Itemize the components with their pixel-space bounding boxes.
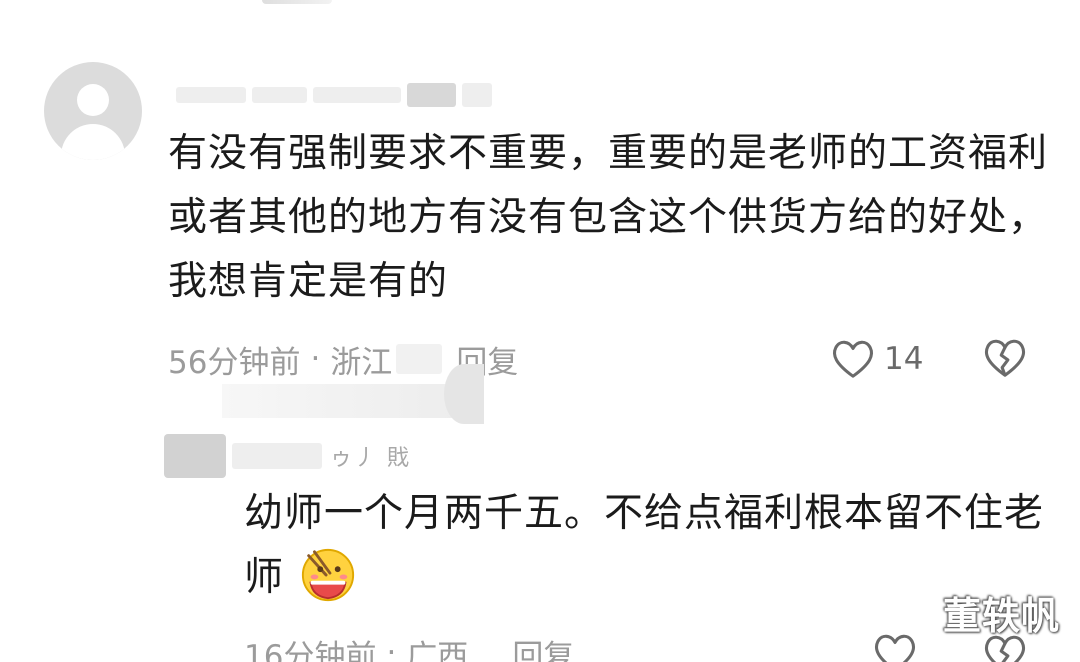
like-button[interactable]: 14 <box>830 334 923 384</box>
reply-body[interactable]: 幼师一个月两千五。不给点福利根本留不住老师 <box>244 482 1044 610</box>
reply-username-redacted[interactable]: ゥ丿 戝 <box>232 438 442 474</box>
broken-heart-icon[interactable] <box>982 336 1028 380</box>
like-count: 14 <box>884 341 924 377</box>
username-redacted[interactable] <box>176 83 493 107</box>
comment-body[interactable]: 有没有强制要求不重要，重要的是老师的工资福利或者其他的地方有没有包含这个供货方给… <box>168 122 1048 314</box>
redaction-block <box>406 83 457 107</box>
avatar-head-shape <box>77 84 109 116</box>
comment-location: 浙江 <box>330 344 393 381</box>
separator: · <box>386 635 397 662</box>
redaction-block <box>251 87 308 103</box>
comment-time: 56分钟前 <box>168 344 301 381</box>
previous-comment-fragment <box>262 0 332 4</box>
heart-icon <box>832 340 874 378</box>
reply-text: 幼师一个月两千五。不给点福利根本留不住老师 <box>244 491 1045 600</box>
redaction-block <box>313 87 401 103</box>
separator: · <box>310 341 321 377</box>
reply-button[interactable]: 回复 <box>512 631 574 662</box>
avatar[interactable] <box>44 62 142 160</box>
heart-icon[interactable] <box>872 632 918 662</box>
reply-location: 广西 <box>406 638 469 662</box>
watermark: 董轶帆 <box>942 594 1060 638</box>
comment-feed: 有没有强制要求不重要，重要的是老师的工资福利或者其他的地方有没有包含这个供货方给… <box>0 0 1080 662</box>
avatar-body-shape <box>61 124 125 160</box>
redaction-block <box>222 384 480 418</box>
reply-avatar[interactable] <box>164 434 226 478</box>
redaction-block <box>232 443 322 469</box>
redaction-block <box>444 364 484 424</box>
redaction-block <box>462 83 493 107</box>
reply-meta: 16分钟前 · 广西 回复 <box>244 630 574 662</box>
bowl-chopsticks-emoji <box>302 548 355 602</box>
reply-time: 16分钟前 <box>244 638 377 662</box>
redaction-block <box>176 87 246 103</box>
redaction-block <box>396 344 443 374</box>
reply-username-partial: ゥ丿 戝 <box>330 446 411 471</box>
